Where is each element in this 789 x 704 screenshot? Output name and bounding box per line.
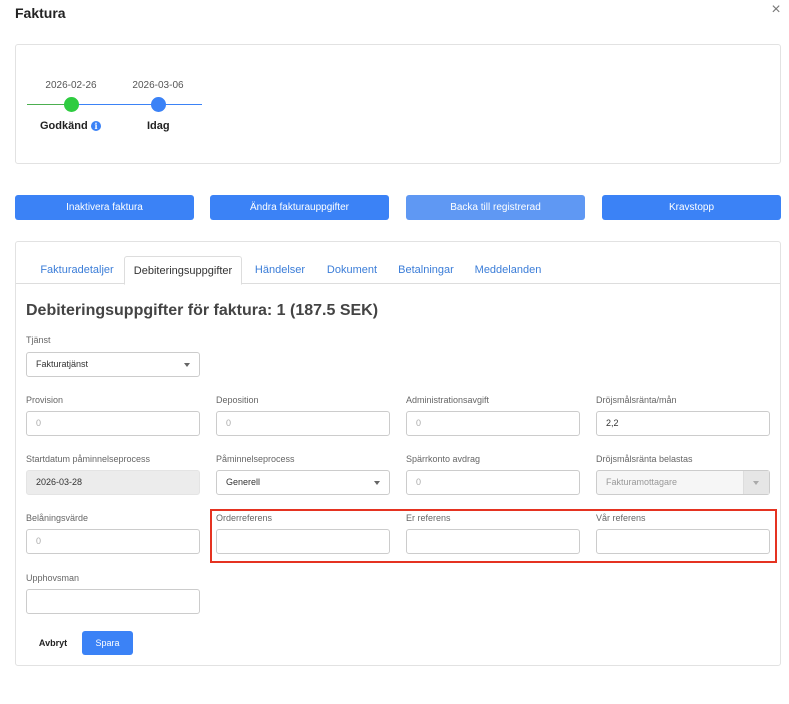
timeline-line-pending xyxy=(71,104,202,105)
form-title: Debiteringsuppgifter för faktura: 1 (187… xyxy=(26,302,379,319)
tjanst-label: Tjänst xyxy=(26,335,51,345)
select-toggle xyxy=(743,471,769,494)
highlight-box xyxy=(210,509,777,563)
info-icon[interactable]: i xyxy=(91,121,101,131)
provision-label: Provision xyxy=(26,395,64,405)
drojsmal-belastas-value: Fakturamottagare xyxy=(606,477,678,487)
tjanst-select[interactable]: Fakturatjänst xyxy=(26,352,200,377)
paminnelseprocess-select[interactable]: Generell xyxy=(216,470,390,495)
deposition-label: Deposition xyxy=(216,395,259,405)
inaktivera-faktura-button[interactable]: Inaktivera faktura xyxy=(15,195,194,220)
timeline-dot-godkand xyxy=(64,97,79,112)
sparrkonto-input[interactable]: 0 xyxy=(406,470,580,495)
timeline-card: 2026-02-26 2026-03-06 Godkänd i Idag xyxy=(15,44,781,164)
kravstopp-button[interactable]: Kravstopp xyxy=(602,195,781,220)
timeline-label-godkand: Godkänd xyxy=(40,120,88,132)
andra-fakturauppgifter-button[interactable]: Ändra fakturauppgifter xyxy=(210,195,389,220)
drojsmal-belastas-select: Fakturamottagare xyxy=(596,470,770,495)
timeline-dot-idag xyxy=(151,97,166,112)
upphovsman-label: Upphovsman xyxy=(26,573,80,583)
upphovsman-input[interactable] xyxy=(26,589,200,614)
administrationsavgift-input[interactable]: 0 xyxy=(406,411,580,436)
drojsmalsranta-label: Dröjsmålsränta/mån xyxy=(596,395,677,405)
tab-betalningar[interactable]: Betalningar xyxy=(392,256,460,284)
tjanst-value: Fakturatjänst xyxy=(36,359,89,369)
belaningsvarde-input[interactable]: 0 xyxy=(26,529,200,554)
tab-bar: Fakturadetaljer Debiteringsuppgifter Hän… xyxy=(16,256,780,285)
sparrkonto-label: Spärrkonto avdrag xyxy=(406,454,481,464)
startdatum-input: 2026-03-28 xyxy=(26,470,200,495)
drojsmalsranta-input[interactable]: 2,2 xyxy=(596,411,770,436)
tab-debiteringsuppgifter[interactable]: Debiteringsuppgifter xyxy=(124,256,242,285)
deposition-input[interactable]: 0 xyxy=(216,411,390,436)
chevron-down-icon xyxy=(374,481,380,485)
modal-title: Faktura xyxy=(15,5,66,21)
tab-handelser[interactable]: Händelser xyxy=(248,256,312,284)
paminnelseprocess-label: Påminnelseprocess xyxy=(216,454,295,464)
timeline-date-idag: 2026-03-06 xyxy=(132,80,184,91)
tab-dokument[interactable]: Dokument xyxy=(320,256,384,284)
drojsmal-belastas-label: Dröjsmålsränta belastas xyxy=(596,454,693,464)
timeline-date-godkand: 2026-02-26 xyxy=(45,80,97,91)
chevron-down-icon xyxy=(753,481,759,485)
chevron-down-icon xyxy=(184,363,190,367)
administrationsavgift-label: Administrationsavgift xyxy=(406,395,490,405)
close-icon[interactable]: × xyxy=(768,1,784,19)
tab-meddelanden[interactable]: Meddelanden xyxy=(468,256,548,284)
belaningsvarde-label: Belåningsvärde xyxy=(26,513,89,523)
paminnelseprocess-value: Generell xyxy=(226,477,261,487)
backa-till-registrerad-button[interactable]: Backa till registrerad xyxy=(406,195,585,220)
cancel-button[interactable]: Avbryt xyxy=(25,631,81,655)
timeline-label-idag: Idag xyxy=(147,120,170,132)
startdatum-label: Startdatum påminnelseprocess xyxy=(26,454,151,464)
tab-fakturadetaljer[interactable]: Fakturadetaljer xyxy=(31,256,123,284)
save-button[interactable]: Spara xyxy=(82,631,133,655)
provision-input[interactable]: 0 xyxy=(26,411,200,436)
